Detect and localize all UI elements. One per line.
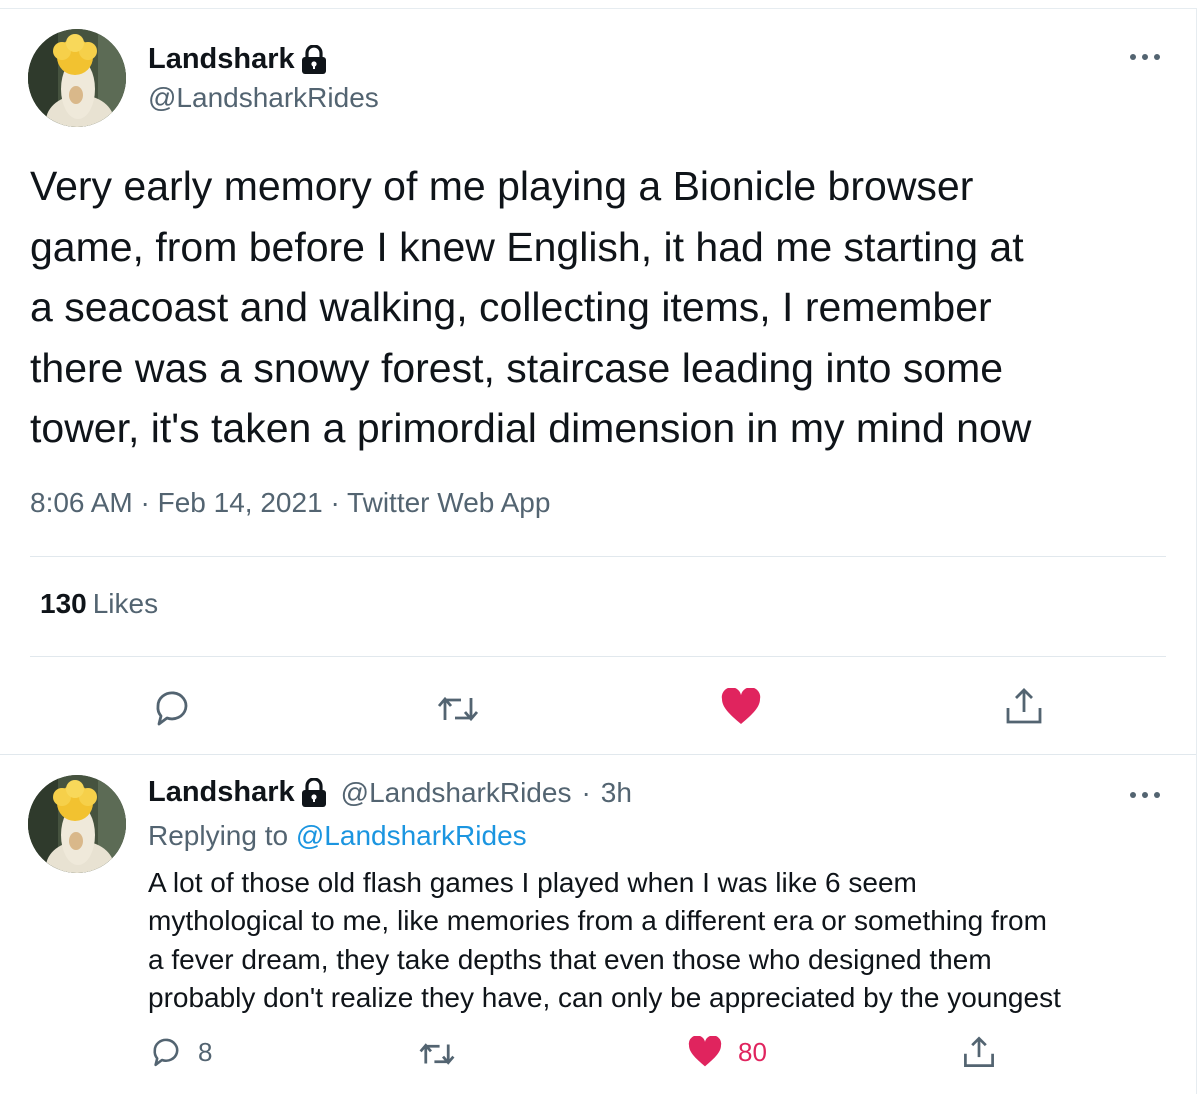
tweet-time[interactable]: 8:06 AM — [30, 487, 133, 518]
reply-retweet-button[interactable] — [418, 1039, 456, 1069]
share-icon — [964, 1036, 994, 1067]
reply-reply-button[interactable]: 8 — [150, 1036, 212, 1068]
reply-like-button[interactable]: 80 — [688, 1036, 767, 1068]
reply-text: A lot of those old flash games I played … — [148, 867, 1061, 1013]
reply-handle[interactable]: @LandsharkRides — [341, 777, 572, 809]
avatar[interactable] — [28, 29, 126, 127]
right-border — [1196, 8, 1197, 1094]
share-button[interactable] — [1004, 686, 1044, 726]
retweet-icon — [437, 696, 479, 722]
author-name-row: Landshark — [148, 43, 327, 76]
tweet-text: Very early memory of me playing a Bionic… — [30, 163, 1032, 451]
author-handle[interactable]: @LandsharkRides — [148, 82, 379, 114]
reply-like-count: 80 — [738, 1036, 767, 1067]
reply-icon — [153, 1038, 179, 1067]
avatar-image — [28, 29, 126, 127]
reply-time[interactable]: 3h — [601, 777, 632, 809]
reply-display-name[interactable]: Landshark — [148, 776, 295, 809]
reply-share-button[interactable] — [962, 1035, 996, 1069]
likes-label: Likes — [92, 588, 159, 619]
heart-icon — [688, 1036, 722, 1067]
reply-more-icon[interactable] — [1130, 790, 1164, 800]
replying-to-link[interactable]: @LandsharkRides — [296, 820, 527, 851]
replying-to: Replying to @LandsharkRides — [148, 820, 527, 852]
divider — [30, 556, 1166, 557]
lock-icon — [301, 43, 327, 75]
meta-separator: · — [330, 487, 340, 518]
more-icon[interactable] — [1130, 52, 1164, 62]
avatar-image — [28, 775, 126, 873]
author-display-name[interactable]: Landshark — [148, 43, 295, 76]
reply-button[interactable] — [152, 688, 192, 728]
reply-count: 8 — [198, 1036, 213, 1067]
tweet-date[interactable]: Feb 14, 2021 — [158, 487, 323, 518]
reply-avatar[interactable] — [28, 775, 126, 873]
lock-icon — [301, 776, 327, 808]
divider — [30, 656, 1166, 657]
like-button[interactable] — [721, 688, 761, 726]
likes-count: 130 — [40, 588, 87, 619]
likes-stat[interactable]: 130 Likes — [40, 588, 158, 620]
share-icon — [1006, 688, 1042, 724]
replying-prefix: Replying to — [148, 820, 289, 851]
top-border — [0, 8, 1196, 9]
tweet-source[interactable]: Twitter Web App — [347, 487, 550, 518]
reply-author-row: Landshark @LandsharkRides · 3h — [148, 776, 632, 809]
reply-icon — [156, 691, 188, 726]
divider — [0, 754, 1196, 755]
tweet-meta: 8:06 AM · Feb 14, 2021 · Twitter Web App — [30, 487, 550, 519]
heart-icon — [721, 688, 761, 724]
reply-separator: · — [581, 776, 591, 808]
meta-separator: · — [140, 487, 150, 518]
retweet-button[interactable] — [436, 692, 480, 726]
retweet-icon — [419, 1043, 455, 1065]
